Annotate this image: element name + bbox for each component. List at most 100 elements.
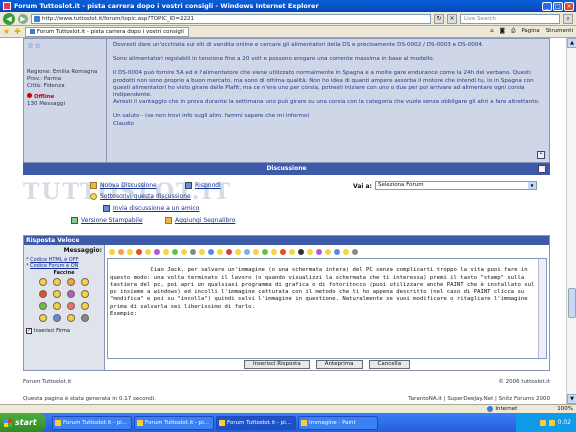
wink-icon[interactable]	[81, 278, 89, 286]
go-top-icon[interactable]: ▲	[538, 165, 546, 173]
taskbar-item[interactable]: Forum Tuttoslot.it - pi...	[216, 415, 296, 430]
bookmark-link[interactable]: Aggiungi Segnalibro	[165, 217, 235, 224]
skull-icon[interactable]	[190, 248, 196, 255]
scroll-thumb[interactable]	[568, 288, 576, 318]
sad-icon[interactable]	[181, 248, 187, 255]
clown-icon[interactable]	[67, 314, 75, 322]
footer-site-link[interactable]: Forum Tuttoslot.it	[23, 379, 71, 385]
shy-icon[interactable]	[163, 248, 169, 255]
footer-credits[interactable]: TarantoNA.it | SuperDeeJay.Net | Snitz F…	[408, 396, 550, 402]
wink-icon[interactable]	[145, 248, 151, 255]
cool-icon[interactable]	[67, 278, 75, 286]
evil-icon[interactable]	[154, 248, 160, 255]
blush-icon[interactable]	[325, 248, 331, 255]
taskbar-item[interactable]: Forum Tuttoslot.it - pi...	[134, 415, 214, 430]
reply-quote-icon[interactable]: ❝	[537, 151, 545, 159]
back-button[interactable]: ◀	[3, 12, 15, 25]
page-menu[interactable]: Pagina	[521, 28, 539, 35]
topic-actions: TUTTOSLOT.IT Nuova Discussione Rispondi …	[23, 179, 550, 231]
thumb-icon[interactable]	[271, 248, 277, 255]
message-textarea[interactable]: Ciao Jack, per salvare un'immagine (o un…	[107, 258, 547, 359]
submit-reply-button[interactable]: Inserisci Risposta	[243, 360, 310, 369]
sick-icon[interactable]	[172, 248, 178, 255]
clown-icon[interactable]	[217, 248, 223, 255]
sad-icon[interactable]	[53, 302, 61, 310]
tongue-icon[interactable]	[53, 290, 61, 298]
cool-icon[interactable]	[118, 248, 124, 255]
author-messages: 130 Messaggi	[27, 101, 65, 107]
tab-bar: ★ ✚ Forum Tuttoslot.it - pista carrera d…	[0, 26, 576, 38]
cold-icon[interactable]	[208, 248, 214, 255]
favorites-star-icon[interactable]: ★	[3, 27, 10, 36]
star-icon[interactable]	[235, 248, 241, 255]
textarea-scrollbar[interactable]	[538, 259, 546, 358]
shocked-icon[interactable]	[199, 248, 205, 255]
sleepy-icon[interactable]	[39, 314, 47, 322]
cold-icon[interactable]	[53, 314, 61, 322]
forum-code-status[interactable]: * Codice Forum è ON	[26, 263, 102, 269]
forum-select[interactable]: Seleziona Forum ▼	[375, 181, 537, 190]
feeds-icon[interactable]: ◙	[500, 28, 505, 35]
alert-icon[interactable]	[280, 248, 286, 255]
home-icon[interactable]: ⌂	[490, 28, 494, 35]
zoom-level[interactable]: 100%	[557, 406, 573, 412]
search-input[interactable]: Live Search	[460, 13, 560, 24]
subscribe-link[interactable]: Sottoscrivi questa discussione	[90, 193, 191, 200]
question-icon[interactable]	[244, 248, 250, 255]
tools-menu[interactable]: Strumenti	[546, 28, 573, 35]
taskbar-item[interactable]: Forum Tuttoslot.it - pi...	[52, 415, 132, 430]
new-discussion-link[interactable]: Nuova Discussione	[90, 182, 157, 189]
approve-icon[interactable]	[307, 248, 313, 255]
reply-link[interactable]: Rispondi	[185, 182, 221, 189]
sleepy-icon[interactable]	[352, 248, 358, 255]
disapprove-icon[interactable]	[316, 248, 322, 255]
dead-icon[interactable]	[81, 314, 89, 322]
stop-icon[interactable]: ×	[447, 13, 457, 24]
sick-icon[interactable]	[39, 302, 47, 310]
taskbar-item[interactable]: Immagine - Paint	[298, 415, 378, 430]
address-input[interactable]: http://www.tuttoslot.it/forum/topic.asp?…	[31, 13, 431, 24]
post-signoff: Un saluto - (se non trovi info sugli ali…	[113, 113, 310, 120]
cancel-button[interactable]: Cancella	[368, 360, 411, 369]
refresh-icon[interactable]: ↻	[434, 13, 444, 24]
smile-icon[interactable]	[39, 278, 47, 286]
kisses-icon[interactable]	[67, 302, 75, 310]
status-bar: Internet 100%	[0, 404, 576, 413]
idea-icon[interactable]	[253, 248, 259, 255]
print-icon[interactable]: ⎙	[511, 28, 515, 35]
maximize-button[interactable]: □	[553, 1, 563, 11]
print-version-link[interactable]: Versione Stampabile	[71, 217, 143, 224]
volume-icon[interactable]	[548, 419, 555, 426]
evil-icon[interactable]	[67, 290, 75, 298]
close-button[interactable]: ×	[564, 1, 574, 11]
add-favorites-icon[interactable]: ✚	[14, 27, 21, 36]
eyes-icon[interactable]	[334, 248, 340, 255]
insert-signature-checkbox[interactable]: ✓ Inserisci Firma	[26, 328, 102, 334]
preview-button[interactable]: Anteprima	[315, 360, 363, 369]
heart-icon[interactable]	[226, 248, 232, 255]
start-button[interactable]: start	[0, 413, 46, 432]
security-zone: Internet	[487, 406, 517, 412]
author-region: Regione: Emilia Romagna	[27, 69, 98, 75]
check-icon[interactable]	[262, 248, 268, 255]
8ball-icon[interactable]	[298, 248, 304, 255]
page-scrollbar[interactable]: ▲ ▼	[566, 38, 576, 404]
send-friend-link[interactable]: Invia discussione a un amico	[103, 205, 199, 212]
tray-icon[interactable]	[539, 419, 546, 426]
scroll-down-icon[interactable]: ▼	[567, 394, 576, 404]
big-smile-icon[interactable]	[53, 278, 61, 286]
subscribe-icon	[90, 193, 97, 200]
tongue-icon[interactable]	[343, 248, 349, 255]
smile-icon[interactable]	[109, 248, 115, 255]
search-icon[interactable]: ⌕	[563, 13, 573, 24]
minimize-button[interactable]: _	[542, 1, 552, 11]
forward-button[interactable]: ▶	[18, 13, 28, 24]
laugh-icon[interactable]	[127, 248, 133, 255]
angry-icon[interactable]	[136, 248, 142, 255]
shocked-icon[interactable]	[81, 302, 89, 310]
browser-tab[interactable]: Forum Tuttoslot.it - pista carrera dopo …	[24, 26, 189, 37]
scroll-up-icon[interactable]: ▲	[567, 38, 576, 48]
music-icon[interactable]	[289, 248, 295, 255]
angry-icon[interactable]	[39, 290, 47, 298]
shy-icon[interactable]	[81, 290, 89, 298]
